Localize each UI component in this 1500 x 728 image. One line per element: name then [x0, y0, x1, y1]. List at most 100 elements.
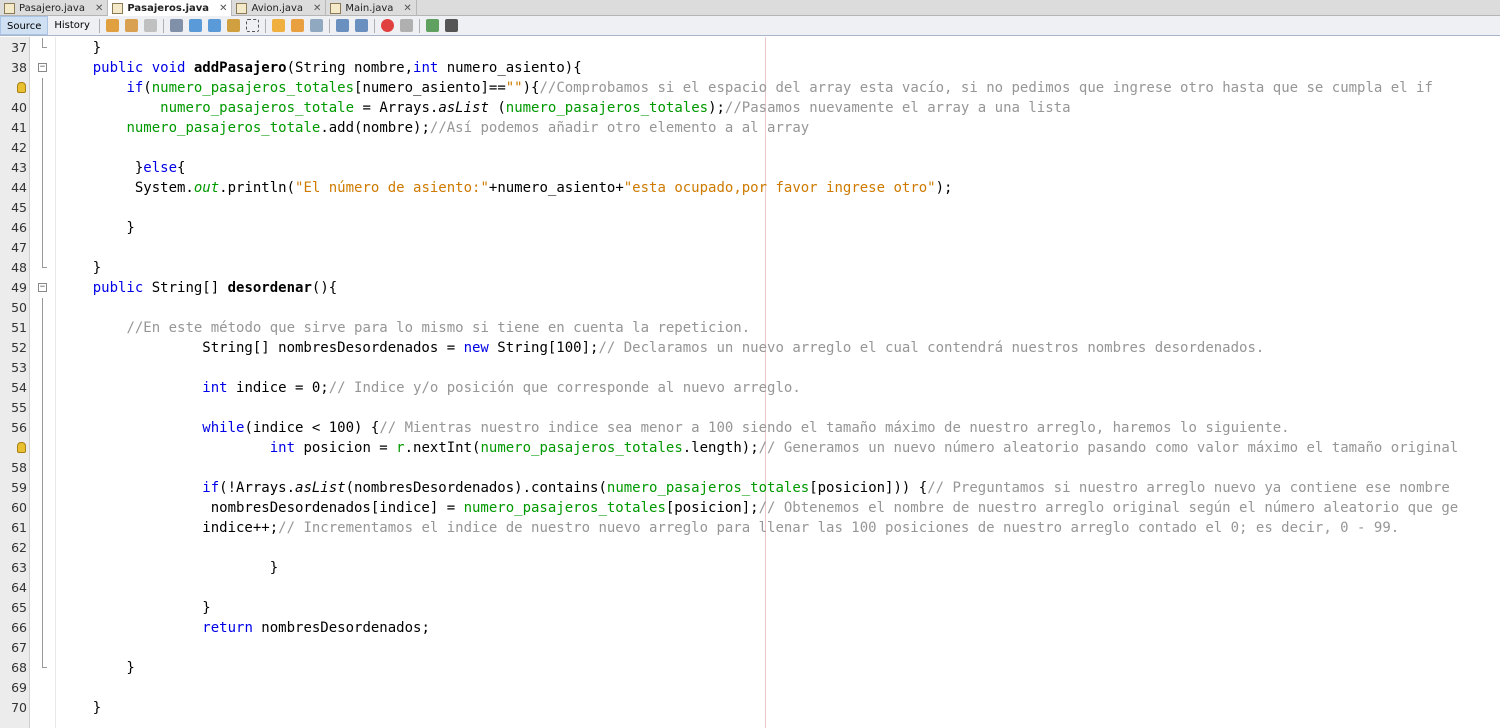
code-token: (!Arrays.: [219, 480, 296, 496]
code-token: (){: [311, 280, 338, 296]
code-text: numero_pasajeros_totale.add(nombre);//As…: [59, 118, 809, 138]
last-edit-icon[interactable]: [105, 19, 119, 32]
warning-hint-icon[interactable]: [17, 442, 26, 453]
code-line: 48 }: [0, 258, 1500, 278]
code-token: "": [505, 80, 523, 96]
code-token: while: [202, 420, 245, 436]
code-text: }: [59, 558, 278, 578]
tab-pasajeros-java[interactable]: Pasajeros.java ✕: [108, 0, 233, 16]
back-icon[interactable]: [124, 19, 138, 32]
fold-collapse-icon[interactable]: −: [38, 63, 47, 72]
shift-left-icon[interactable]: [335, 19, 349, 32]
line-number: 42: [11, 140, 27, 155]
code-token: numero_pasajeros_totale: [160, 100, 355, 116]
code-token: //Pasamos nuevamente el array a una list…: [724, 100, 1071, 116]
tab-main-java[interactable]: Main.java ✕: [326, 0, 417, 16]
code-token: );: [935, 180, 953, 196]
code-token: {: [177, 160, 186, 176]
fold-guide: [42, 598, 43, 618]
fold-guide: [42, 98, 43, 118]
find-icon[interactable]: [169, 19, 183, 32]
code-text: }: [59, 258, 101, 278]
code-token: //En este método que sirve para lo mismo…: [126, 320, 751, 336]
code-text: numero_pasajeros_totale = Arrays.asList …: [59, 98, 1071, 118]
fold-guide: [42, 458, 43, 478]
code-token: // Preguntamos si nuestro arreglo nuevo …: [927, 480, 1450, 496]
editor-tabs: Pasajero.java ✕ Pasajeros.java ✕ Avion.java ✕…: [0, 0, 1500, 16]
java-file-icon: [112, 2, 124, 14]
code-line: 50: [0, 298, 1500, 318]
code-token: addPasajero: [193, 60, 287, 76]
comment-icon[interactable]: [425, 19, 439, 32]
record-macro-icon[interactable]: [380, 19, 394, 32]
close-icon[interactable]: ✕: [403, 3, 411, 14]
code-line: 46 }: [0, 218, 1500, 238]
fold-guide: [42, 298, 43, 318]
close-icon[interactable]: ✕: [219, 3, 227, 14]
code-token: String[] nombresDesordenados =: [59, 340, 464, 356]
uncomment-icon[interactable]: [444, 19, 458, 32]
previous-bookmark-icon[interactable]: [271, 19, 285, 32]
source-tab[interactable]: Source: [0, 16, 49, 35]
code-line: 69: [0, 678, 1500, 698]
code-token: // Declaramos un nuevo arreglo el cual c…: [598, 340, 1265, 356]
tab-avion-java[interactable]: Avion.java ✕: [232, 0, 327, 16]
close-icon[interactable]: ✕: [313, 3, 321, 14]
close-icon[interactable]: ✕: [95, 3, 103, 14]
shift-right-icon[interactable]: [354, 19, 368, 32]
fold-guide: [42, 218, 43, 238]
java-file-icon: [4, 2, 15, 14]
tab-pasajero-java[interactable]: Pasajero.java ✕: [0, 0, 109, 16]
code-token: //Comprobamos si el espacio del array es…: [539, 80, 1433, 96]
line-number: 46: [11, 220, 27, 235]
code-text: int indice = 0;// Indice y/o posición qu…: [59, 378, 800, 398]
line-number: 69: [11, 680, 27, 695]
tab-label: Pasajero.java: [19, 2, 85, 14]
line-number: 47: [11, 240, 27, 255]
next-bookmark-icon[interactable]: [290, 19, 304, 32]
line-number: 41: [11, 120, 27, 135]
code-token: // Generamos un nuevo número aleatorio p…: [758, 440, 1459, 456]
editor-toolbar: Source History: [0, 16, 1500, 36]
fold-end-marker: [42, 658, 47, 668]
history-tab[interactable]: History: [48, 16, 96, 35]
code-line: 42: [0, 138, 1500, 158]
code-text: System.out.println("El número de asiento…: [59, 178, 953, 198]
toggle-bookmark-icon[interactable]: [309, 19, 323, 32]
code-line: 66 return nombresDesordenados;: [0, 618, 1500, 638]
forward-icon[interactable]: [143, 19, 157, 32]
fold-guide: [42, 198, 43, 218]
code-text: int posicion = r.nextInt(numero_pasajero…: [59, 438, 1459, 458]
code-token: .length);: [682, 440, 759, 456]
find-next-icon[interactable]: [207, 19, 221, 32]
code-line: 37 }: [0, 38, 1500, 58]
code-token: posicion =: [295, 440, 397, 456]
fold-guide: [42, 478, 43, 498]
fold-guide: [42, 138, 43, 158]
code-line: 47: [0, 238, 1500, 258]
line-number: 55: [11, 400, 27, 415]
code-token: numero_pasajeros_totales: [480, 440, 683, 456]
stop-macro-icon[interactable]: [399, 19, 413, 32]
code-text: if(!Arrays.asList(nombresDesordenados).c…: [59, 478, 1450, 498]
line-number: 65: [11, 600, 27, 615]
find-previous-icon[interactable]: [188, 19, 202, 32]
fold-collapse-icon[interactable]: −: [38, 283, 47, 292]
code-editor[interactable]: 37 } 38 − public void addPasajero(String n…: [0, 37, 1500, 728]
fold-guide: [42, 438, 43, 458]
rect-select-icon[interactable]: [245, 19, 259, 32]
fold-guide: [42, 638, 43, 658]
code-line: 70 }: [0, 698, 1500, 718]
fold-guide: [42, 418, 43, 438]
fold-guide: [42, 518, 43, 538]
warning-hint-icon[interactable]: [17, 82, 26, 93]
toggle-highlight-icon[interactable]: [226, 19, 240, 32]
code-token: [posicion];: [665, 500, 759, 516]
fold-guide: [42, 238, 43, 258]
fold-guide: [42, 558, 43, 578]
code-text: public void addPasajero(String nombre,in…: [59, 58, 582, 78]
